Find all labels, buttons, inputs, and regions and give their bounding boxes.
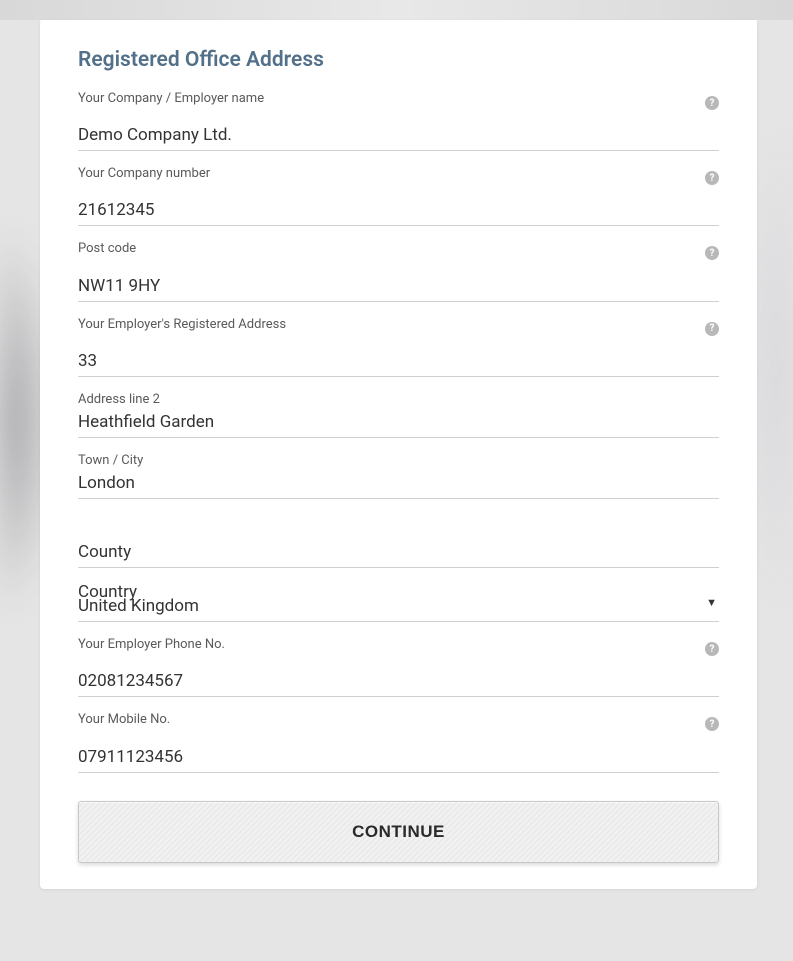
county-input[interactable] [78, 539, 719, 565]
field-registered-address: Your Employer's Registered Address ? [78, 316, 719, 377]
field-employer-phone: Your Employer Phone No. ? [78, 636, 719, 697]
address-line-2-label: Address line 2 [78, 391, 719, 409]
company-name-input[interactable] [78, 122, 719, 148]
field-county [78, 513, 719, 568]
country-value: United Kingdom [78, 582, 719, 619]
company-number-label: Your Company number [78, 165, 719, 183]
continue-button[interactable]: CONTINUE [78, 801, 719, 863]
postcode-input[interactable] [78, 273, 719, 299]
mobile-no-label: Your Mobile No. [78, 711, 719, 729]
field-address-line-2: Address line 2 [78, 391, 719, 438]
company-number-input[interactable] [78, 197, 719, 223]
mobile-no-input[interactable] [78, 744, 719, 770]
field-company-number: Your Company number ? [78, 165, 719, 226]
town-city-label: Town / City [78, 452, 719, 470]
employer-phone-label: Your Employer Phone No. [78, 636, 719, 654]
registered-address-input[interactable] [78, 348, 719, 374]
address-line-2-input[interactable] [78, 409, 719, 435]
town-city-input[interactable] [78, 470, 719, 496]
field-postcode: Post code ? [78, 240, 719, 301]
registered-address-label: Your Employer's Registered Address [78, 316, 719, 334]
field-town-city: Town / City [78, 452, 719, 499]
field-country: Country United Kingdom ▼ [78, 582, 719, 622]
form-card: Registered Office Address Your Company /… [40, 20, 757, 889]
postcode-label: Post code [78, 240, 719, 258]
section-title: Registered Office Address [78, 48, 719, 72]
country-select[interactable]: Country United Kingdom ▼ [78, 582, 719, 622]
company-name-label: Your Company / Employer name [78, 90, 719, 108]
field-mobile-no: Your Mobile No. ? [78, 711, 719, 772]
field-company-name: Your Company / Employer name ? [78, 90, 719, 151]
employer-phone-input[interactable] [78, 668, 719, 694]
